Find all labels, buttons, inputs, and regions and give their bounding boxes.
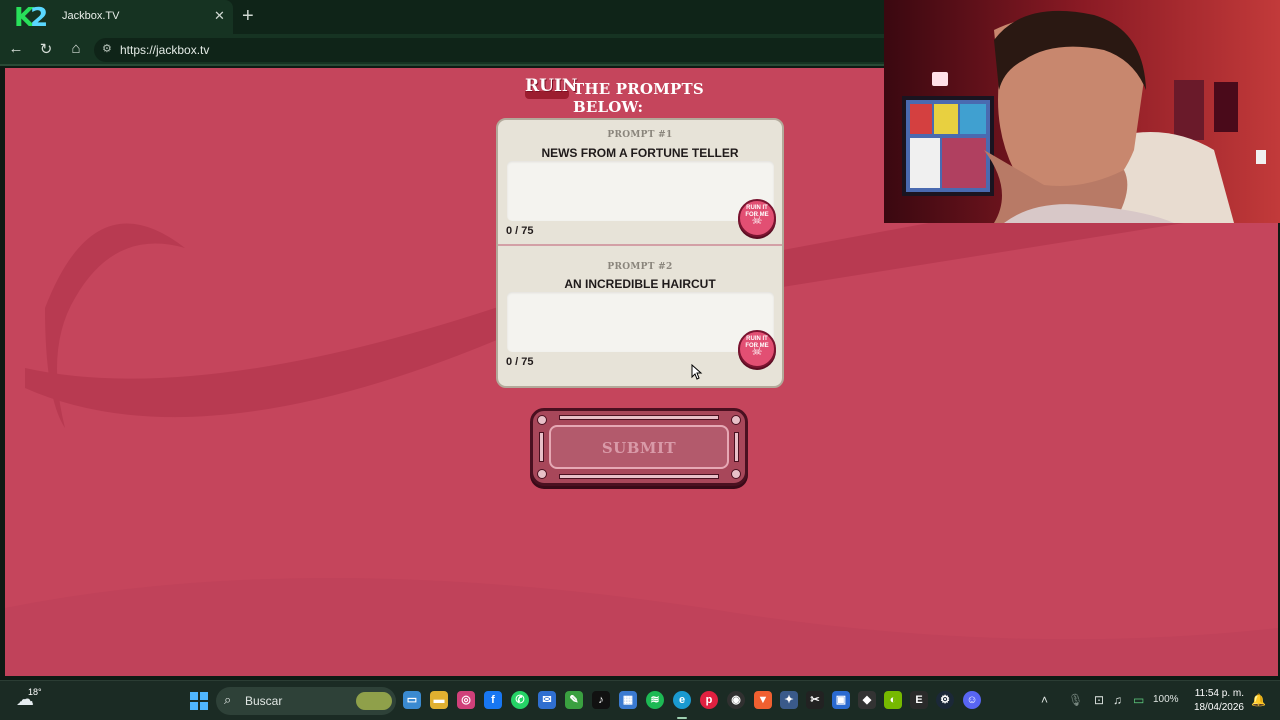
- k2-channel-logo: K2: [14, 4, 66, 32]
- weather-temperature[interactable]: 18°: [28, 687, 42, 697]
- heading-ruin-word: RUIN: [525, 76, 578, 96]
- screen: K2 Jackbox.TV ✕ + ← ↻ ⌂ ⚙ https://jackbo…: [0, 0, 1280, 720]
- capcut-icon[interactable]: ✂: [806, 691, 824, 709]
- prompt-2-text: AN INCREDIBLE HAIRCUT: [564, 277, 716, 291]
- submit-bone-frame: SUBMIT: [530, 408, 748, 486]
- app-icon[interactable]: ▣: [832, 691, 850, 709]
- steam-icon[interactable]: ⚙: [936, 691, 954, 709]
- heading-text: THE PROMPTS BELOW:: [573, 80, 704, 116]
- instagram-icon[interactable]: ◎: [457, 691, 475, 709]
- tab-close-icon[interactable]: ✕: [214, 8, 225, 24]
- skull-corner-icon: [537, 469, 547, 479]
- tab-title: Jackbox.TV: [62, 10, 120, 22]
- site-info-icon[interactable]: ⚙: [102, 42, 112, 55]
- prompt-1-answer-input[interactable]: [507, 161, 774, 221]
- chevron-up-icon[interactable]: ˄: [1041, 693, 1048, 707]
- address-url[interactable]: https://jackbox.tv: [120, 43, 209, 57]
- edge-icon[interactable]: e: [673, 691, 691, 709]
- obs-icon[interactable]: ◉: [727, 691, 745, 709]
- skull-icon: ☠: [751, 213, 763, 227]
- prompt-1-label: PROMPT #1: [607, 130, 673, 140]
- reload-icon[interactable]: ↻: [36, 40, 56, 58]
- spotify-icon[interactable]: ≋: [646, 691, 664, 709]
- microphone-icon[interactable]: 🎙: [1068, 693, 1083, 707]
- start-button[interactable]: [190, 692, 208, 710]
- home-icon[interactable]: ⌂: [66, 40, 86, 57]
- skull-corner-icon: [731, 415, 741, 425]
- epic-games-icon[interactable]: E: [910, 691, 928, 709]
- new-tab-button[interactable]: +: [242, 5, 254, 28]
- facebook-icon[interactable]: f: [484, 691, 502, 709]
- mouse-cursor-icon: [691, 364, 703, 380]
- battery-icon[interactable]: ▭: [1133, 693, 1144, 707]
- skull-corner-icon: [731, 469, 741, 479]
- webcam-feed-image: [884, 0, 1280, 223]
- prompt-1-char-counter: 0 / 75: [506, 225, 534, 237]
- browser-tab-strip: K2 Jackbox.TV ✕ +: [0, 0, 884, 34]
- prompt-2-label: PROMPT #2: [607, 262, 673, 272]
- volume-icon[interactable]: ♫: [1113, 693, 1122, 707]
- tiktok-icon[interactable]: ♪: [592, 691, 610, 709]
- app-icon[interactable]: ✦: [780, 691, 798, 709]
- browser-toolbar: ← ↻ ⌂ ⚙ https://jackbox.tv: [0, 34, 884, 66]
- clock-date[interactable]: 18/04/2026: [1182, 702, 1244, 713]
- prompts-heading: RUIN THE PROMPTS BELOW:: [525, 76, 775, 116]
- submit-button[interactable]: SUBMIT: [530, 408, 748, 486]
- prompt-1-ruin-it-button[interactable]: RUIN IT FOR ME ☠: [738, 199, 776, 237]
- back-arrow-icon[interactable]: ←: [6, 40, 26, 57]
- store-icon[interactable]: ▦: [619, 691, 637, 709]
- prompt-2-ruin-it-button[interactable]: RUIN IT FOR ME ☠: [738, 330, 776, 368]
- discord-icon[interactable]: ☺: [963, 691, 981, 709]
- mail-icon[interactable]: ✉: [538, 691, 556, 709]
- prompt-1-text: NEWS FROM A FORTUNE TELLER: [541, 146, 739, 160]
- k2-logo-2: 2: [30, 3, 49, 33]
- pinterest-icon[interactable]: p: [700, 691, 718, 709]
- taskbar: ☁ 18° ⌕ Buscar ▭ ▬ ◎ f ✆ ✉ ✎ ♪ ▦ ≋ e p ◉…: [0, 680, 1280, 720]
- bone-decoration: [559, 474, 719, 479]
- skull-corner-icon: [537, 415, 547, 425]
- skull-icon: ☠: [751, 344, 763, 358]
- taskbar-search[interactable]: ⌕ Buscar: [216, 687, 396, 715]
- notepad-icon[interactable]: ✎: [565, 691, 583, 709]
- network-icon[interactable]: ⊡: [1094, 693, 1104, 707]
- task-view-icon[interactable]: ▭: [403, 691, 421, 709]
- search-icon: ⌕: [224, 692, 232, 707]
- browser-tab[interactable]: K2 Jackbox.TV ✕: [0, 0, 233, 34]
- bone-decoration: [559, 415, 719, 420]
- submit-label: SUBMIT: [601, 439, 677, 457]
- prompts-card: PROMPT #1 NEWS FROM A FORTUNE TELLER 0 /…: [496, 118, 784, 388]
- search-placeholder: Buscar: [245, 694, 283, 708]
- file-explorer-icon[interactable]: ▬: [430, 691, 448, 709]
- webcam-overlay: [884, 0, 1280, 223]
- nvidia-icon[interactable]: ◐: [884, 691, 902, 709]
- prompt-divider: [498, 244, 782, 246]
- battery-percentage: 100%: [1153, 694, 1179, 705]
- whatsapp-icon[interactable]: ✆: [511, 691, 529, 709]
- prompt-2-answer-input[interactable]: [507, 292, 774, 352]
- brave-icon[interactable]: ▼: [754, 691, 772, 709]
- active-app-indicator: [677, 717, 687, 719]
- search-highlight-image: [356, 692, 392, 710]
- notifications-icon[interactable]: 🔔: [1251, 693, 1266, 707]
- address-bar[interactable]: ⚙ https://jackbox.tv: [94, 38, 884, 62]
- clock-time[interactable]: 11:54 p. m.: [1182, 688, 1244, 699]
- prompt-2-char-counter: 0 / 75: [506, 356, 534, 368]
- app-icon[interactable]: ◆: [858, 691, 876, 709]
